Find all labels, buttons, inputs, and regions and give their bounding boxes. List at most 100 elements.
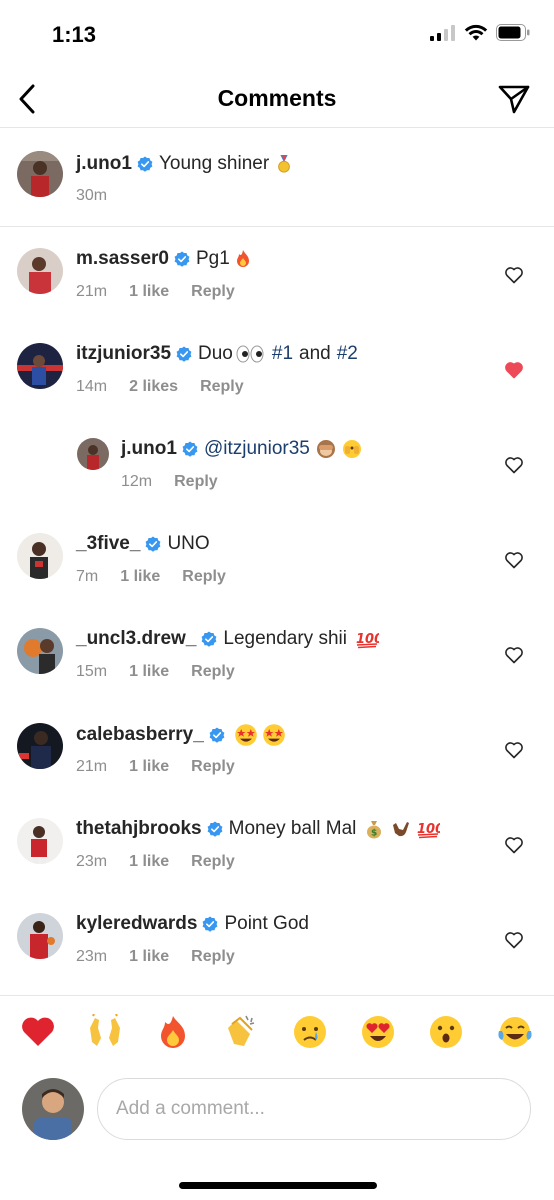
reply-button[interactable]: Reply	[191, 283, 235, 301]
comment-time: 15m	[76, 663, 108, 680]
caption-username[interactable]: j.uno1	[76, 153, 132, 175]
fire-icon[interactable]	[155, 1014, 191, 1050]
like-count-button[interactable]: 1 like	[129, 283, 169, 301]
status-bar: 1:13	[0, 0, 554, 70]
heart-outline-icon[interactable]	[504, 550, 524, 570]
reply-row: j.uno1 @itzjunior35 12m Reply	[0, 417, 554, 512]
caption-text: Young shiner	[158, 153, 270, 174]
heart-outline-icon[interactable]	[504, 740, 524, 760]
comment-text: Legendary shii	[223, 628, 347, 649]
comment-text: UNO	[167, 533, 210, 554]
verified-badge-icon	[201, 631, 217, 647]
comment-time: 7m	[76, 568, 99, 585]
comment-username[interactable]: thetahjbrooks	[76, 818, 202, 840]
reply-button[interactable]: Reply	[191, 948, 235, 966]
heart-outline-icon[interactable]	[504, 455, 524, 475]
heart-outline-icon[interactable]	[504, 835, 524, 855]
fire-icon	[236, 250, 249, 267]
verified-badge-icon	[176, 346, 192, 362]
hundred-icon: 100	[356, 632, 379, 649]
like-count-button[interactable]: 1 like	[129, 853, 169, 871]
comment-username[interactable]: _uncl3.drew_	[76, 628, 196, 650]
comment-row: m.sasser0 Pg1 21m 1 like Reply	[0, 227, 554, 322]
cellular-signal-icon	[430, 24, 455, 41]
hashtag-link[interactable]: #1	[272, 343, 293, 365]
wifi-icon	[464, 24, 488, 41]
see-no-evil-monkey-icon	[316, 440, 335, 458]
like-count-button[interactable]: 2 likes	[129, 378, 178, 396]
svg-text:$: $	[371, 829, 377, 839]
like-count-button[interactable]: 1 like	[129, 663, 169, 681]
verified-badge-icon	[182, 441, 198, 457]
comment-input[interactable]	[97, 1078, 531, 1140]
avatar[interactable]	[17, 248, 63, 294]
reply-button[interactable]: Reply	[182, 568, 226, 586]
verified-badge-icon	[174, 251, 190, 267]
star-struck-icon	[263, 724, 285, 746]
comment-row: calebasberry_ 21m 1 like Reply	[0, 702, 554, 797]
heart-filled-icon[interactable]	[504, 360, 524, 380]
reply-button[interactable]: Reply	[191, 758, 235, 776]
comment-time: 14m	[76, 378, 108, 395]
heart-eyes-icon[interactable]	[360, 1014, 396, 1050]
comment-row: kyleredwards Point God 23m 1 like Reply	[0, 892, 554, 987]
avatar[interactable]	[17, 628, 63, 674]
comment-username[interactable]: kyleredwards	[76, 913, 197, 935]
share-button[interactable]	[496, 82, 532, 116]
reply-button[interactable]: Reply	[191, 853, 235, 871]
verified-badge-icon	[207, 821, 223, 837]
verified-badge-icon	[209, 727, 225, 743]
comment-time: 23m	[76, 853, 108, 870]
medal-icon	[278, 155, 291, 173]
comment-composer	[0, 995, 554, 1200]
avatar[interactable]	[17, 913, 63, 959]
heart-outline-icon[interactable]	[504, 645, 524, 665]
heart-outline-icon[interactable]	[504, 930, 524, 950]
verified-badge-icon	[203, 916, 218, 932]
avatar[interactable]	[17, 343, 63, 389]
page-title: Comments	[217, 85, 337, 111]
eyes-icon	[236, 345, 264, 363]
comment-username[interactable]: m.sasser0	[76, 248, 169, 270]
comment-row: _uncl3.drew_ Legendary shii 100 15m 1 li…	[0, 607, 554, 702]
comment-time: 21m	[76, 283, 108, 300]
home-indicator	[179, 1182, 377, 1189]
tears-of-joy-icon[interactable]	[497, 1014, 533, 1050]
comment-text: Pg1	[195, 248, 230, 269]
hundred-icon: 100	[417, 822, 440, 839]
crying-face-icon[interactable]	[292, 1014, 328, 1050]
status-time: 1:13	[52, 22, 97, 47]
comment-text: Money ball Mal	[228, 818, 357, 839]
heart-outline-icon[interactable]	[504, 265, 524, 285]
red-heart-icon[interactable]	[20, 1014, 56, 1050]
avatar[interactable]	[17, 723, 63, 769]
surprised-face-icon[interactable]	[428, 1014, 464, 1050]
comment-username[interactable]: itzjunior35	[76, 343, 171, 365]
raising-hands-icon[interactable]	[87, 1014, 123, 1050]
mention-link[interactable]: @itzjunior35	[204, 438, 310, 460]
avatar[interactable]	[17, 818, 63, 864]
verified-badge-icon	[137, 156, 153, 172]
comment-row: thetahjbrooks Money ball Mal $ 100 23m 1…	[0, 797, 554, 892]
avatar[interactable]	[77, 438, 109, 470]
comment-username[interactable]: calebasberry_	[76, 724, 204, 746]
comment-text: Point God	[224, 913, 309, 934]
reply-button[interactable]: Reply	[200, 378, 244, 396]
reply-button[interactable]: Reply	[191, 663, 235, 681]
comment-username[interactable]: j.uno1	[121, 438, 177, 460]
comment-time: 23m	[76, 948, 108, 965]
clapping-hands-icon[interactable]	[222, 1014, 258, 1050]
like-count-button[interactable]: 1 like	[129, 758, 169, 776]
reply-button[interactable]: Reply	[174, 473, 218, 491]
caption: j.uno1 Young shiner 30m	[0, 128, 554, 227]
comment-username[interactable]: _3five_	[76, 533, 140, 555]
hashtag-link[interactable]: #2	[337, 343, 358, 365]
money-bag-icon: $	[367, 821, 382, 839]
comment-time: 12m	[121, 473, 153, 490]
like-count-button[interactable]: 1 like	[129, 948, 169, 966]
like-count-button[interactable]: 1 like	[120, 568, 160, 586]
avatar[interactable]	[17, 151, 63, 197]
avatar[interactable]	[17, 533, 63, 579]
nav-bar: Comments	[0, 70, 554, 128]
caption-time: 30m	[76, 187, 108, 204]
